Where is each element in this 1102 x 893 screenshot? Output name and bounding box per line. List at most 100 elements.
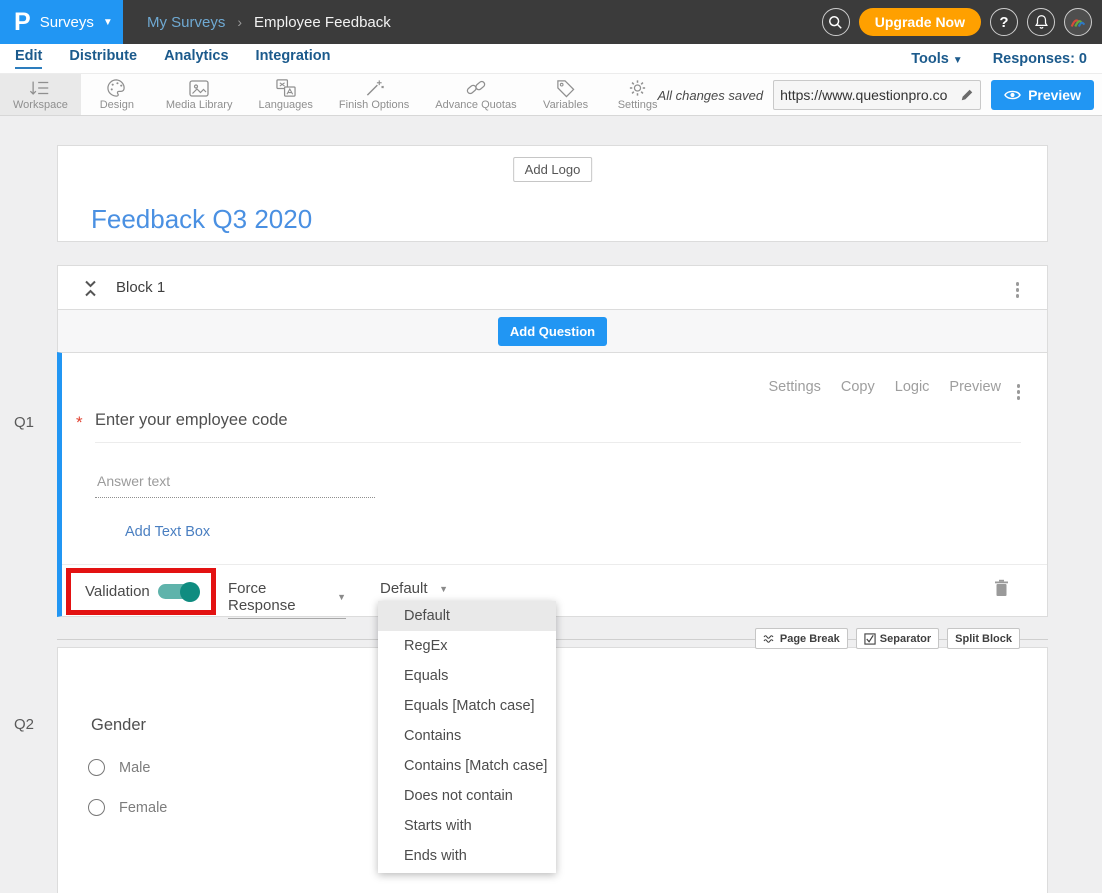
dropdown-option-starts-with[interactable]: Starts with [378, 811, 556, 841]
option-female[interactable]: Female [88, 799, 167, 816]
gear-icon [627, 78, 648, 98]
validation-toggle[interactable] [158, 584, 198, 599]
toolbar-finish-options[interactable]: Finish Options [326, 74, 422, 115]
toolbar-variables[interactable]: Variables [530, 74, 602, 115]
validation-divider [62, 564, 1047, 565]
question-preview-link[interactable]: Preview [949, 379, 1001, 395]
questionpro-logo-icon: P [14, 0, 31, 44]
question-2-text[interactable]: Gender [91, 716, 146, 735]
product-name: Surveys [40, 14, 94, 31]
toolbar-design[interactable]: Design [81, 74, 153, 115]
chevron-down-icon [953, 55, 963, 66]
question-1-id: Q1 [14, 414, 34, 431]
answer-text-placeholder[interactable]: Answer text [97, 473, 170, 489]
delete-question-button[interactable] [994, 579, 1009, 602]
tools-menu[interactable]: Tools [911, 51, 963, 67]
pencil-icon [960, 88, 974, 102]
toggle-knob [180, 582, 200, 602]
question-text-underline [95, 442, 1021, 443]
upgrade-now-button[interactable]: Upgrade Now [859, 8, 981, 36]
collapse-icon [83, 279, 98, 298]
question-mark-icon: ? [999, 14, 1008, 31]
avatar-icon [1068, 13, 1088, 31]
dropdown-option-contains-match-case[interactable]: Contains [Match case] [378, 751, 556, 781]
edit-url-button[interactable] [954, 88, 980, 102]
validation-label: Validation [85, 583, 150, 600]
breadcrumb-separator-icon: › [237, 14, 242, 30]
survey-url-input[interactable] [774, 87, 954, 103]
survey-header-card: Add Logo Feedback Q3 2020 [57, 145, 1048, 242]
survey-url-field [773, 80, 981, 110]
editor-toolbar: Workspace Design Media Library Languages… [0, 73, 1102, 116]
header-actions: Upgrade Now ? [822, 8, 1092, 36]
save-status: All changes saved [658, 88, 764, 103]
required-marker: * [76, 413, 83, 433]
dropdown-option-ends-with[interactable]: Ends with [378, 841, 556, 871]
question-actions: Settings Copy Logic Preview [768, 379, 1001, 395]
question-2-id: Q2 [14, 716, 34, 733]
breadcrumb-current-survey: Employee Feedback [254, 14, 391, 31]
product-switcher[interactable]: P Surveys [0, 0, 123, 44]
search-icon [828, 15, 843, 30]
add-text-box-link[interactable]: Add Text Box [125, 524, 210, 540]
survey-title[interactable]: Feedback Q3 2020 [91, 204, 312, 235]
radio-icon[interactable] [88, 799, 105, 816]
search-button[interactable] [822, 8, 850, 36]
tab-distribute[interactable]: Distribute [69, 48, 137, 69]
notifications-button[interactable] [1027, 8, 1055, 36]
block-title[interactable]: Block 1 [116, 279, 165, 296]
tab-analytics[interactable]: Analytics [164, 48, 228, 69]
dropdown-option-equals-match-case[interactable]: Equals [Match case] [378, 691, 556, 721]
toolbar-languages[interactable]: Languages [245, 74, 325, 115]
toolbar-advance-quotas[interactable]: Advance Quotas [422, 74, 529, 115]
question-1-text[interactable]: Enter your employee code [95, 411, 288, 430]
split-block-button[interactable]: Split Block [947, 628, 1020, 649]
translate-icon [275, 78, 297, 98]
dropdown-option-regex[interactable]: RegEx [378, 631, 556, 661]
answer-input-line [95, 497, 375, 498]
breadcrumb: My Surveys › Employee Feedback [147, 14, 391, 31]
eye-icon [1004, 89, 1021, 101]
dropdown-option-default[interactable]: Default [378, 601, 556, 631]
toolbar-workspace[interactable]: Workspace [0, 74, 81, 115]
page-break-icon [763, 634, 776, 644]
chevron-down-icon [103, 17, 113, 28]
validation-type-dropdown: Default RegEx Equals Equals [Match case]… [378, 601, 556, 873]
page-break-button[interactable]: Page Break [755, 628, 848, 649]
option-male[interactable]: Male [88, 759, 150, 776]
tab-integration[interactable]: Integration [256, 48, 331, 69]
question-1-card: Settings Copy Logic Preview * Enter your… [57, 352, 1048, 617]
help-button[interactable]: ? [990, 8, 1018, 36]
block-insert-tools: Page Break Separator Split Block [755, 628, 1020, 649]
wand-icon [364, 78, 385, 98]
question-settings-link[interactable]: Settings [768, 379, 820, 395]
collapse-block-button[interactable] [83, 279, 98, 303]
toolbar-media-library[interactable]: Media Library [153, 74, 246, 115]
dropdown-option-does-not-contain[interactable]: Does not contain [378, 781, 556, 811]
tab-edit[interactable]: Edit [15, 48, 42, 69]
image-icon [188, 78, 210, 98]
responses-count[interactable]: Responses: 0 [993, 51, 1087, 67]
account-menu-button[interactable] [1064, 8, 1092, 36]
force-response-select[interactable]: Force Response [228, 580, 346, 619]
dropdown-option-contains[interactable]: Contains [378, 721, 556, 751]
workspace-icon [29, 78, 51, 98]
validation-type-select[interactable]: Default [380, 580, 448, 602]
separator-button[interactable]: Separator [856, 628, 939, 649]
breadcrumb-my-surveys[interactable]: My Surveys [147, 14, 225, 31]
tag-icon [555, 78, 576, 98]
chevron-down-icon [439, 584, 448, 594]
radio-icon[interactable] [88, 759, 105, 776]
palette-icon [106, 78, 127, 98]
question-menu-button[interactable] [1014, 381, 1024, 403]
preview-button[interactable]: Preview [991, 80, 1094, 110]
add-question-button[interactable]: Add Question [498, 317, 607, 346]
question-logic-link[interactable]: Logic [895, 379, 930, 395]
add-logo-button[interactable]: Add Logo [513, 157, 593, 182]
main-nav: Edit Distribute Analytics Integration To… [0, 44, 1102, 73]
block-menu-button[interactable] [1013, 279, 1023, 301]
dropdown-option-equals[interactable]: Equals [378, 661, 556, 691]
checkbox-icon [864, 633, 876, 645]
question-copy-link[interactable]: Copy [841, 379, 875, 395]
block-header: Block 1 [57, 265, 1048, 310]
